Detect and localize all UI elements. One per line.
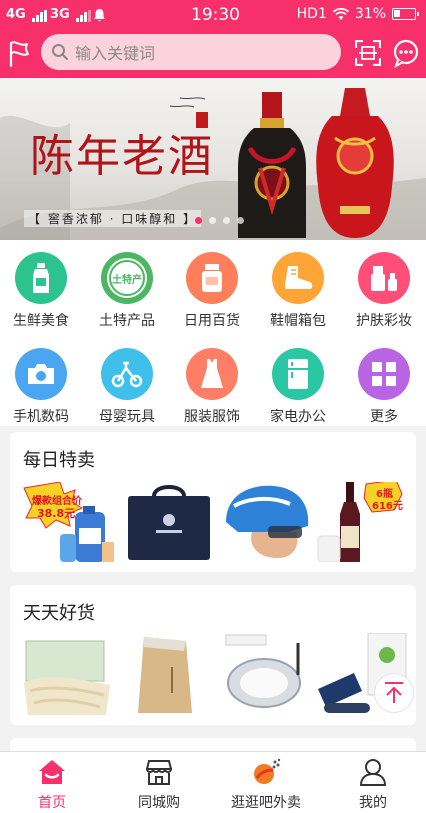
product-ceiling-light[interactable] [218, 633, 313, 713]
home-icon [39, 760, 65, 784]
category-label: 生鲜美食 [13, 313, 69, 329]
wifi-icon [332, 7, 349, 20]
category-label: 家电办公 [270, 409, 326, 425]
category-more[interactable]: 更多 [342, 348, 426, 426]
app-logo-icon[interactable] [6, 38, 32, 68]
tab-label: 我的 [359, 795, 387, 811]
category-label: 母婴玩具 [99, 409, 155, 425]
signal-sim2: 3G [50, 7, 92, 22]
category-label: 护肤彩妆 [356, 313, 412, 329]
product-helmet[interactable] [218, 482, 313, 562]
tab-takeout[interactable]: 逛逛吧外卖 [216, 758, 316, 812]
daily-goods-section: 天天好货 [10, 585, 416, 725]
tab-label: 首页 [38, 795, 66, 811]
battery-percent: 31% [354, 6, 386, 22]
search-bar[interactable]: 输入关键词 [41, 34, 341, 70]
pagination-dot[interactable] [223, 217, 230, 224]
banner-slogan: 【 窖香浓郁 · 口味醇和 】 [24, 210, 202, 227]
message-icon[interactable] [391, 38, 421, 68]
battery-icon [392, 8, 419, 20]
search-placeholder: 输入关键词 [75, 44, 156, 63]
promo-banner[interactable]: 陈年老酒 【 窖香浓郁 · 口味醇和 】 [0, 78, 426, 240]
jar-icon [186, 252, 238, 304]
arrow-up-icon [385, 682, 403, 703]
clock: 19:30 [191, 5, 240, 25]
status-bar: 4G 3G 19:30 HD1 31% [0, 0, 426, 30]
category-label: 更多 [370, 409, 398, 425]
banner-pagination [195, 217, 244, 224]
dress-icon [186, 348, 238, 400]
category-digital[interactable]: 手机数码 [0, 348, 83, 426]
category-label: 鞋帽箱包 [270, 313, 326, 329]
section-title: 每日特卖 [23, 450, 95, 471]
tab-label: 逛逛吧外卖 [231, 795, 301, 811]
category-fresh-food[interactable]: 生鲜美食 [0, 252, 83, 330]
shoe-icon [272, 252, 324, 304]
pagination-dot[interactable] [237, 217, 244, 224]
category-label: 土特产品 [99, 313, 155, 329]
liquor-bottle-image [238, 92, 306, 238]
store-icon [145, 760, 173, 785]
category-clothing[interactable]: 服装服饰 [170, 348, 254, 426]
category-shoes-bags[interactable]: 鞋帽箱包 [256, 252, 340, 330]
bottle-icon [15, 252, 67, 304]
category-skincare[interactable]: 护肤彩妆 [342, 252, 426, 330]
takeout-icon [254, 758, 281, 784]
product-briefcase[interactable] [122, 482, 217, 562]
promo-price: 616元 [372, 501, 403, 512]
user-icon [359, 759, 387, 786]
local-specialty-icon: 土特产 [101, 252, 153, 304]
product-detergent[interactable]: 爆款组合价 38.8元 [20, 481, 115, 562]
liquor-bottle-image-2 [316, 88, 394, 238]
bottom-tab-bar: 首页 同城购 逛逛吧外卖 我的 [0, 751, 426, 813]
product-dried-fish[interactable] [20, 633, 115, 715]
grid-more-icon [358, 348, 410, 400]
top-header: 输入关键词 [0, 30, 426, 78]
category-label: 日用百货 [184, 313, 240, 329]
pagination-dot[interactable] [209, 217, 216, 224]
tab-me[interactable]: 我的 [323, 758, 423, 812]
category-label: 手机数码 [13, 409, 69, 425]
category-local-specialty[interactable]: 土特产 土特产品 [85, 252, 169, 330]
pagination-dot[interactable] [195, 217, 202, 224]
category-grid: 生鲜美食 土特产 土特产品 日用百货 鞋帽箱包 护肤彩妆 手机数码 母婴玩具 服… [0, 240, 426, 426]
promo-price: 38.8元 [37, 507, 76, 520]
banner-seal [196, 112, 208, 128]
camera-icon [15, 348, 67, 400]
category-appliances[interactable]: 家电办公 [256, 348, 340, 426]
category-baby-toys[interactable]: 母婴玩具 [85, 348, 169, 426]
category-label: 服装服饰 [184, 409, 240, 425]
signal-sim1: 4G [6, 7, 48, 22]
section-title: 天天好货 [23, 603, 95, 624]
notification-bell-icon [94, 9, 105, 22]
back-to-top-button[interactable] [374, 673, 414, 713]
tab-label: 同城购 [138, 795, 180, 811]
search-icon [52, 44, 68, 60]
scan-icon[interactable] [355, 40, 381, 66]
tab-local-shop[interactable]: 同城购 [109, 758, 209, 812]
cosmetics-icon [358, 252, 410, 304]
category-daily-goods[interactable]: 日用百货 [170, 252, 254, 330]
banner-title: 陈年老酒 [30, 131, 214, 182]
hd-indicator: HD1 [296, 6, 327, 22]
tricycle-icon [101, 348, 153, 400]
product-paper-bag[interactable] [122, 633, 217, 713]
tab-home[interactable]: 首页 [2, 758, 102, 812]
product-wine[interactable]: 6瓶 616元 [314, 479, 409, 563]
daily-special-section: 每日特卖 爆款组合价 38.8元 6瓶 616元 [10, 432, 416, 572]
fridge-icon [272, 348, 324, 400]
